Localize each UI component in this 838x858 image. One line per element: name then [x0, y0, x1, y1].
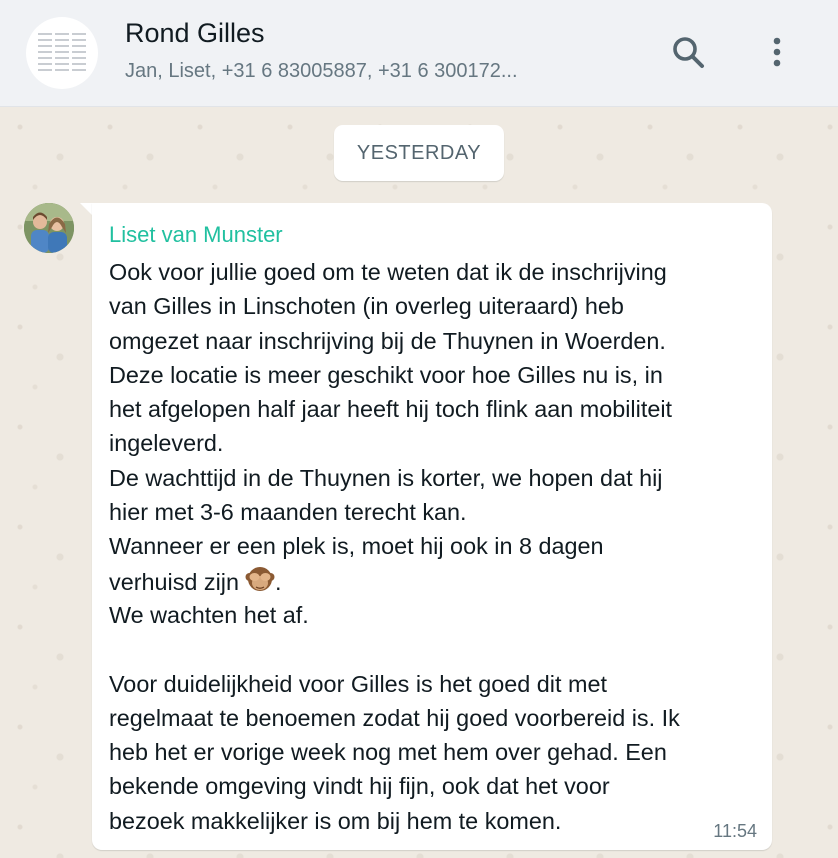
chat-participants[interactable]: Jan, Liset, +31 6 83005887, +31 6 300172… [125, 60, 615, 83]
message-line: hier met 3-6 maanden terecht kan. [109, 499, 467, 526]
group-avatar[interactable] [26, 17, 98, 89]
message-line: We wachten het af. [109, 601, 309, 628]
kebab-menu-icon [773, 37, 781, 67]
message-line: Ook voor jullie goed om te weten dat ik … [109, 259, 667, 285]
message-line: ingeleverd. [109, 430, 224, 457]
message-line: bekende omgeving vindt hij fijn, ook dat… [109, 773, 610, 800]
search-button[interactable] [666, 30, 710, 74]
message-line: van Gilles in Linschoten (in overleg uit… [109, 293, 624, 320]
chat-header[interactable]: Rond Gilles Jan, Liset, +31 6 83005887, … [0, 0, 838, 107]
message-line: verhuisd zijn [109, 568, 240, 595]
message-line: het afgelopen half jaar heeft hij toch f… [109, 396, 673, 423]
message-timestamp: 11:54 [713, 821, 757, 841]
sender-name[interactable]: Liset van Munster [109, 222, 283, 248]
see-no-evil-monkey-icon [245, 566, 275, 591]
message-line [109, 632, 759, 666]
message-line: Voor duidelijkheid voor Gilles is het go… [109, 670, 607, 697]
chat-title[interactable]: Rond Gilles [125, 18, 265, 49]
sender-avatar[interactable] [24, 203, 74, 253]
message-line: regelmaat te benoemen zodat hij goed voo… [109, 704, 680, 731]
message-line: bezoek makkelijker is om bij hem te kome… [109, 807, 562, 834]
message-line-with-emoji: verhuisd zijn . [109, 564, 759, 598]
message-bubble[interactable]: Liset van Munster Ook voor jullie goed o… [92, 203, 772, 850]
spreadsheet-thumbnail-icon [38, 31, 86, 75]
message-line-suffix: . [275, 568, 282, 595]
message-line: De wachttijd in de Thuynen is korter, we… [109, 464, 663, 491]
message-line: Wanneer er een plek is, moet hij ook in … [109, 533, 604, 560]
date-separator: YESTERDAY [334, 125, 504, 181]
menu-button[interactable] [755, 30, 799, 74]
message-line: omgezet naar inschrijving bij de Thuynen… [109, 327, 666, 354]
message-line: Deze locatie is meer geschikt voor hoe G… [109, 361, 663, 388]
profile-photo-icon [24, 203, 74, 253]
search-icon [673, 37, 704, 68]
message-text: Ook voor jullie goed om te weten dat ik … [109, 255, 759, 838]
message-line: heb het er vorige week nog met hem over … [109, 739, 667, 766]
